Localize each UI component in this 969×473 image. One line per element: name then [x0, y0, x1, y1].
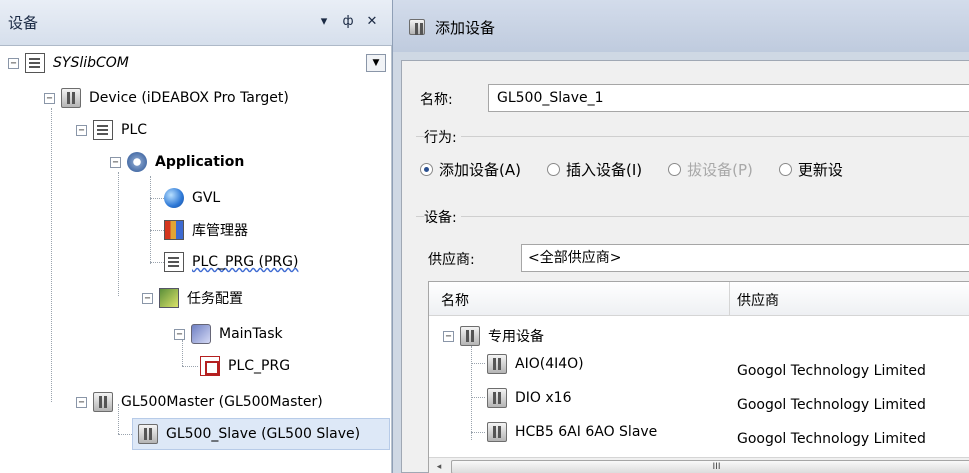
- tree-line: [118, 172, 119, 296]
- collapse-icon[interactable]: −: [76, 396, 87, 408]
- device-vendor: Googol Technology Limited: [737, 397, 926, 413]
- task-configuration-icon: [159, 288, 179, 308]
- device-vendor: Googol Technology Limited: [737, 431, 926, 447]
- tree-item-application[interactable]: − Application: [110, 146, 244, 178]
- radio-add-device[interactable]: 添加设备(A): [420, 159, 521, 180]
- project-icon: [25, 53, 45, 73]
- tree-label: GL500_Slave (GL500 Slave): [166, 426, 361, 442]
- task-icon: [191, 324, 211, 344]
- panel-titlebar: 设备 ▾ ф ✕: [0, 0, 392, 46]
- device-icon: [61, 88, 81, 108]
- tree-label: Application: [155, 154, 245, 170]
- tree-label: 任务配置: [187, 291, 243, 307]
- tree-line: [150, 176, 151, 264]
- tree-label: PLC_PRG: [228, 358, 291, 374]
- collapse-icon[interactable]: −: [8, 57, 19, 69]
- program-call-icon: [200, 356, 220, 376]
- tree-label: SYSlibCOM: [53, 55, 129, 71]
- tree-item-plc-prg[interactable]: PLC_PRG (PRG): [164, 246, 298, 278]
- library-books-icon: [164, 220, 184, 240]
- list-item[interactable]: DIO x16: [487, 381, 571, 415]
- device-icon: [460, 326, 480, 346]
- dialog-title: 添加设备: [435, 19, 496, 37]
- list-item[interactable]: HCB5 6AI 6AO Slave: [487, 415, 657, 449]
- tree-label: GVL: [192, 190, 221, 206]
- tree-label: PLC: [121, 122, 148, 138]
- dialog-titlebar: 添加设备: [393, 0, 969, 52]
- panel-menu-icon[interactable]: ▾: [314, 12, 334, 32]
- device-icon: [409, 19, 425, 35]
- collapse-icon[interactable]: −: [76, 124, 87, 136]
- tree-item-plc[interactable]: − PLC: [76, 114, 147, 146]
- action-radio-group: 添加设备(A) 插入设备(I) 拔设备(P) 更新设: [420, 159, 861, 180]
- dialog-body: 名称: GL500_Slave_1 行为: 添加设备(A) 插入设备(I) 拔设…: [401, 60, 969, 473]
- tree-line: [471, 346, 472, 440]
- device-name: AIO(4I4O): [515, 356, 584, 372]
- action-label: 行为:: [424, 127, 461, 147]
- vendor-select[interactable]: <全部供应商>: [521, 244, 969, 272]
- tree-item-gl500master[interactable]: − GL500Master (GL500Master): [76, 386, 323, 418]
- tree-label: PLC_PRG (PRG): [192, 254, 299, 270]
- root-dropdown-button[interactable]: ▼: [366, 54, 386, 72]
- collapse-icon[interactable]: −: [443, 330, 454, 342]
- device-group: [416, 216, 969, 217]
- list-item[interactable]: AIO(4I4O): [487, 347, 584, 381]
- tree-label: GL500Master (GL500Master): [121, 394, 323, 410]
- device-list[interactable]: 名称 供应商 − 专用设备 AIO(4I4O) Googol Technolog…: [428, 281, 969, 473]
- column-header-vendor[interactable]: 供应商: [737, 290, 779, 310]
- device-name: DIO x16: [515, 390, 572, 406]
- tree-label: Device (iDEABOX Pro Target): [89, 90, 289, 106]
- tree-item-device[interactable]: − Device (iDEABOX Pro Target): [44, 82, 289, 114]
- globe-icon: [164, 188, 184, 208]
- column-divider[interactable]: [729, 282, 730, 316]
- program-document-icon: [164, 252, 184, 272]
- radio-plug-device: 拔设备(P): [668, 159, 753, 180]
- collapse-icon[interactable]: −: [110, 156, 121, 168]
- radio-unchecked-icon[interactable]: [778, 163, 792, 176]
- radio-checked-icon[interactable]: [420, 163, 433, 176]
- device-label: 设备:: [424, 207, 461, 227]
- tree-item-syslibcom[interactable]: − SYSlibCOM: [8, 47, 129, 79]
- device-icon: [487, 388, 507, 408]
- devices-panel: 设备 ▾ ф ✕ ▼ − SYSlibCOM − Device (iDEABOX…: [0, 0, 392, 473]
- column-header-name[interactable]: 名称: [441, 290, 469, 310]
- device-vendor: Googol Technology Limited: [737, 363, 926, 379]
- tree-item-task-configuration[interactable]: − 任务配置: [142, 282, 243, 314]
- name-input[interactable]: GL500_Slave_1: [488, 84, 969, 112]
- action-group: [416, 136, 969, 137]
- collapse-icon[interactable]: −: [142, 292, 153, 304]
- device-name: HCB5 6AI 6AO Slave: [515, 424, 658, 440]
- group-label: 专用设备: [488, 329, 544, 345]
- device-icon: [93, 392, 113, 412]
- panel-title: 设备: [8, 14, 39, 32]
- tree-label: 库管理器: [192, 223, 248, 239]
- scrollbar-thumb[interactable]: III: [451, 460, 969, 473]
- pin-icon[interactable]: ф: [338, 12, 358, 32]
- horizontal-scrollbar[interactable]: ◂ III: [429, 457, 969, 473]
- list-header: 名称 供应商: [429, 282, 969, 316]
- radio-insert-device[interactable]: 插入设备(I): [546, 159, 642, 180]
- tree-item-gl500-slave[interactable]: GL500_Slave (GL500 Slave): [138, 418, 360, 450]
- close-icon[interactable]: ✕: [362, 12, 382, 32]
- tree-label: MainTask: [219, 326, 283, 342]
- tree-line: [51, 108, 52, 402]
- plc-logic-icon: [93, 120, 113, 140]
- radio-unchecked-icon[interactable]: [546, 163, 560, 176]
- device-icon: [138, 424, 158, 444]
- application-gear-icon: [127, 152, 147, 172]
- tree-item-maintask[interactable]: − MainTask: [174, 318, 283, 350]
- vendor-label: 供应商:: [428, 252, 475, 268]
- radio-disabled-icon: [668, 163, 682, 176]
- tree-item-task-plc-prg[interactable]: PLC_PRG: [200, 350, 290, 382]
- radio-update-device[interactable]: 更新设: [778, 159, 843, 180]
- name-label: 名称:: [420, 92, 453, 108]
- collapse-icon[interactable]: −: [44, 92, 55, 104]
- tree-item-library-manager[interactable]: 库管理器: [164, 214, 248, 246]
- device-icon: [487, 422, 507, 442]
- collapse-icon[interactable]: −: [174, 328, 185, 340]
- scroll-left-icon[interactable]: ◂: [431, 459, 447, 473]
- tree-item-gvl[interactable]: GVL: [164, 182, 220, 214]
- add-device-dialog: 添加设备 名称: GL500_Slave_1 行为: 添加设备(A) 插入设备(…: [392, 0, 969, 473]
- device-icon: [487, 354, 507, 374]
